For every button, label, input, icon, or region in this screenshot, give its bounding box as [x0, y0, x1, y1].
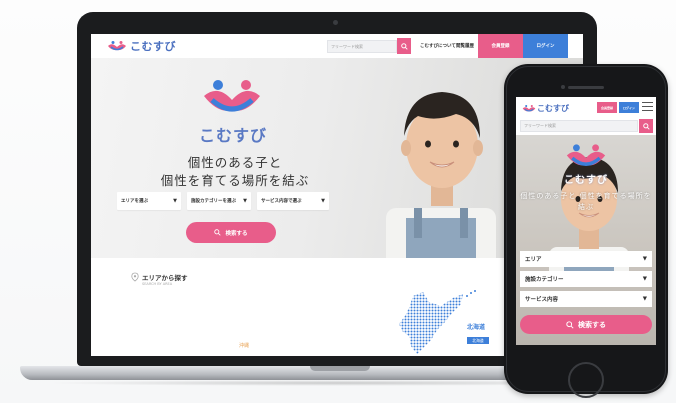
phone-camera	[561, 85, 565, 89]
laptop-notch	[310, 366, 370, 371]
okinawa-label[interactable]: 沖縄	[239, 342, 249, 349]
mobile-select-service-label: サービス内容	[525, 297, 559, 303]
menu-icon[interactable]	[642, 102, 654, 113]
mobile-hero-catch: 個性のある子と 個性を育てる場所を結ぶ	[520, 192, 652, 211]
desktop-header: こむすび フリーワード検索 こむすびについて 閲覧履歴 会員登録 ログイン	[91, 34, 583, 58]
mobile-logo-text[interactable]: こむすび	[537, 103, 569, 114]
search-icon	[566, 320, 574, 329]
dropdown-arrow-icon: ▼	[321, 198, 325, 204]
select-service-dropdown[interactable]: サービス内容で選ぶ ▼	[257, 192, 329, 210]
mobile-select-area-label: エリア	[525, 257, 542, 263]
phone-home-button	[568, 362, 604, 398]
dropdown-arrow-icon: ▼	[642, 256, 647, 262]
area-section-title: エリアから探す	[142, 274, 188, 282]
search-icon	[214, 229, 222, 236]
logo-icon	[522, 105, 536, 112]
phone-frame: こむすび 会員登録 ログイン フリーワード検索 こむすび 個性のある子と 個性を…	[504, 64, 668, 398]
hero-catch-line2: 個性を育てる場所を結ぶ	[160, 173, 310, 188]
mobile-search-button[interactable]	[639, 119, 653, 133]
search-icon	[642, 122, 650, 130]
desktop-logo[interactable]: こむすび	[107, 38, 176, 54]
laptop-camera	[333, 20, 338, 25]
dropdown-arrow-icon: ▼	[243, 198, 247, 204]
mobile-hero-logo-text: こむすび	[564, 175, 608, 186]
mobile-select-facility-dropdown[interactable]: 施設カテゴリー ▼	[520, 271, 652, 287]
register-button[interactable]: 会員登録	[478, 34, 523, 58]
select-facility-dropdown[interactable]: 施設カテゴリーを選ぶ ▼	[187, 192, 251, 210]
select-facility-label: 施設カテゴリーを選ぶ	[191, 199, 236, 204]
select-area-dropdown[interactable]: エリアを選ぶ ▼	[117, 192, 181, 210]
mobile-login-button[interactable]: ログイン	[619, 102, 639, 113]
mobile-hero-search-button[interactable]: 検索する	[520, 315, 652, 334]
nav-history-link[interactable]: 閲覧履歴	[456, 43, 474, 49]
mobile-header: こむすび 会員登録 ログイン	[516, 97, 656, 119]
hero-logo-icon	[204, 80, 260, 112]
mobile-hero-logo-icon	[566, 144, 606, 166]
dropdown-arrow-icon: ▼	[642, 276, 647, 282]
desktop-search-input[interactable]: フリーワード検索	[327, 40, 397, 53]
mobile-select-facility-label: 施設カテゴリー	[525, 277, 564, 283]
phone-speaker	[568, 86, 604, 89]
mobile-hero-search-label: 検索する	[578, 320, 606, 329]
mobile-select-area-dropdown[interactable]: エリア ▼	[520, 251, 652, 267]
hero-search-label: 検索する	[225, 230, 248, 237]
hero-logo-text: こむすび	[198, 126, 267, 145]
hokkaido-tag[interactable]: 北海道	[467, 337, 489, 344]
mockup-stage: こむすび フリーワード検索 こむすびについて 閲覧履歴 会員登録 ログイン こむ…	[0, 0, 676, 403]
mobile-register-button[interactable]: 会員登録	[597, 102, 617, 113]
login-button[interactable]: ログイン	[523, 34, 568, 58]
phone-screen: こむすび 会員登録 ログイン フリーワード検索 こむすび 個性のある子と 個性を…	[516, 97, 656, 345]
hero-boy-photo	[386, 92, 496, 258]
mobile-search-input[interactable]: フリーワード検索	[520, 120, 638, 132]
search-icon	[400, 42, 408, 50]
mobile-hero: こむすび 個性のある子と 個性を育てる場所を結ぶ エリア ▼ 施設カテゴリー ▼…	[516, 135, 656, 345]
dropdown-arrow-icon: ▼	[173, 198, 177, 204]
logo-text: こむすび	[130, 40, 176, 53]
hero-search-button[interactable]: 検索する	[186, 222, 276, 243]
dropdown-arrow-icon: ▼	[642, 296, 647, 302]
select-service-label: サービス内容で選ぶ	[261, 199, 302, 204]
mobile-select-service-dropdown[interactable]: サービス内容 ▼	[520, 291, 652, 307]
map-pin-icon	[131, 272, 139, 282]
logo-icon	[108, 41, 126, 51]
nav-about-link[interactable]: こむすびについて	[420, 43, 456, 49]
hero-catch-line1: 個性のある子と	[187, 155, 283, 170]
hokkaido-label[interactable]: 北海道	[467, 322, 485, 331]
area-section-subtitle: SEARCH BY AREA	[142, 282, 173, 286]
desktop-search-button[interactable]	[397, 38, 411, 54]
select-area-label: エリアを選ぶ	[121, 199, 148, 204]
